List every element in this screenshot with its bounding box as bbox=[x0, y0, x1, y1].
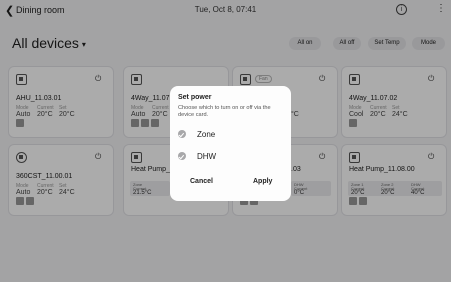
set-power-dialog: Set power Choose which to turn on or off… bbox=[170, 86, 291, 201]
option-label: Zone bbox=[197, 130, 216, 139]
option-zone[interactable]: Zone bbox=[178, 128, 278, 140]
option-label: DHW bbox=[197, 152, 217, 161]
dialog-description: Choose which to turn on or off via the d… bbox=[178, 105, 271, 118]
cancel-button[interactable]: Cancel bbox=[190, 178, 213, 185]
apply-button[interactable]: Apply bbox=[253, 178, 272, 185]
checkbox-icon[interactable] bbox=[178, 152, 186, 160]
checkbox-icon[interactable] bbox=[178, 130, 186, 138]
dialog-title: Set power bbox=[178, 94, 212, 101]
option-dhw[interactable]: DHW bbox=[178, 150, 278, 162]
